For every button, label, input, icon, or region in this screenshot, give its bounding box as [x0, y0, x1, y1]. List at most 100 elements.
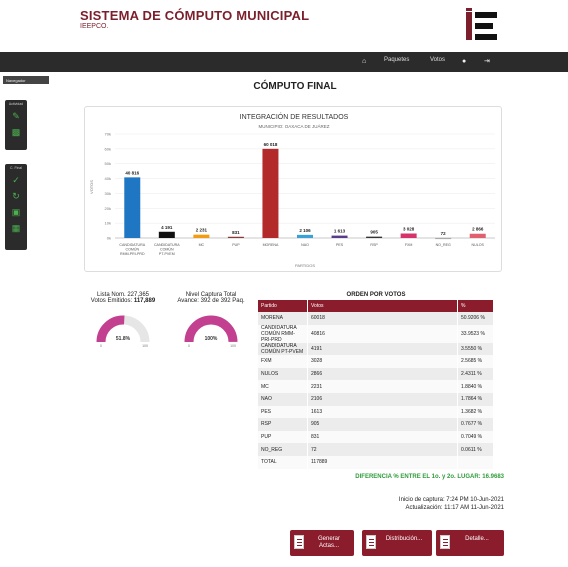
table-cell: 2866 [307, 367, 458, 381]
table-cell: 0.0611 % [457, 443, 494, 456]
table-row: MORENA 60018 50.9206 % [258, 312, 494, 325]
table-row: NO_REG 72 0.0611 % [258, 443, 494, 456]
table-cell: MORENA [258, 312, 308, 325]
detalle-button[interactable]: Detalle... [436, 530, 504, 556]
col-header: Votos [307, 300, 458, 312]
capture-start: Inicio de captura: 7:24 PM 10-Jun-2021 [398, 497, 504, 503]
document-icon [366, 535, 376, 549]
table-cell: MC [258, 380, 308, 393]
chart-bar [227, 236, 244, 238]
table-cell: 831 [307, 430, 458, 444]
chart-bar [262, 148, 279, 238]
chart-data-label: 1 613 [334, 229, 346, 234]
check-icon[interactable]: ✓ [5, 172, 27, 188]
chart-xtick-label: NULOS [472, 243, 485, 247]
document-icon[interactable]: ▣ [5, 204, 27, 220]
chart-bar [124, 177, 141, 238]
chart-bar [435, 237, 452, 240]
chart-ytick-label: 60k [105, 146, 111, 151]
col-header: Partido [258, 300, 308, 312]
difference-text: DIFERENCIA % ENTRE EL 1o. y 2o. LUGAR: 1… [355, 474, 504, 480]
table-row: FXM 3028 2.5685 % [258, 355, 494, 368]
grid-icon[interactable]: ▦ [5, 220, 27, 236]
table-cell: 3.5550 % [457, 342, 494, 356]
table-cell: 2106 [307, 392, 458, 406]
table-cell: CANDIDATURA COMÚN RMM-PRI-PRD [258, 324, 308, 343]
chart-xtick-label: CANDIDATURA COMÚN RMM-PRI-PRD [119, 243, 145, 256]
table-row: NAO 2106 1.7864 % [258, 392, 494, 406]
table-cell: NULOS [258, 367, 308, 381]
col-header: % [457, 300, 494, 312]
user-icon[interactable]: ● [462, 57, 466, 67]
table-row: TOTAL 117889 [258, 455, 494, 469]
chart-data-label: 905 [370, 230, 378, 235]
table-cell: 72 [307, 443, 458, 456]
chart-xtick-label: MORENA [263, 243, 279, 247]
chart-ytick-label: 40k [105, 176, 111, 181]
gauge-min: 0 [188, 344, 190, 348]
table-cell: 905 [307, 418, 458, 431]
ieepco-logo [466, 8, 497, 40]
chart-data-label: 3 028 [403, 227, 415, 232]
table-cell: 0.7049 % [457, 430, 494, 444]
edit-icon[interactable]: ✎ [5, 108, 27, 124]
gauge-max: 100 [142, 344, 148, 348]
gauge-captura: Nivel Captura Total Avance: 392 de 392 P… [156, 292, 266, 350]
table-cell: 2231 [307, 380, 458, 393]
chart-data-label: 2 231 [196, 228, 208, 233]
nav-paquetes[interactable]: Paquetes [384, 57, 409, 63]
results-table: Partido Votos % MORENA 60018 50.9206 % CAND… [258, 300, 494, 469]
capture-update: Actualización: 11:17 AM 11-Jun-2021 [405, 505, 504, 511]
sidebar-toggle-label: Navegador [6, 78, 26, 83]
table-cell: 33.9523 % [457, 324, 494, 343]
page-title: CÓMPUTO FINAL [253, 81, 337, 92]
chart-bar [158, 231, 175, 238]
results-bar-chart: INTEGRACIÓN DE RESULTADOS MUNICIPIO: OAXA… [89, 112, 495, 268]
table-cell: 1.3682 % [457, 405, 494, 419]
chart-bar [400, 233, 417, 238]
table-row: PUP 831 0.7049 % [258, 430, 494, 444]
gauge-max: 100 [230, 344, 236, 348]
home-icon[interactable]: ⌂ [362, 57, 366, 67]
chart-ylabel: VOTOS [89, 180, 94, 194]
chart-xtick-label: FXM [405, 243, 413, 247]
app-header: SISTEMA DE CÓMPUTO MUNICIPAL IEEPCO. [0, 0, 568, 52]
logout-icon[interactable]: ⇥ [484, 57, 490, 67]
generar-actas-button[interactable]: Generar Actas... [290, 530, 354, 556]
refresh-icon[interactable]: ↻ [5, 188, 27, 204]
table-cell: RSP [258, 418, 308, 431]
chart-ytick-label: 70k [105, 132, 111, 137]
app-subtitle: IEEPCO. [80, 23, 109, 30]
distribucion-button[interactable]: Distribución... [362, 530, 432, 556]
gauge-value: 100% [205, 336, 218, 342]
chart-data-label: 831 [232, 230, 240, 235]
results-chart-card: INTEGRACIÓN DE RESULTADOS MUNICIPIO: OAXA… [84, 106, 502, 272]
table-row: RSP 905 0.7677 % [258, 418, 494, 431]
table-cell: NAO [258, 392, 308, 406]
sidebar-panel-actividad: Actividad ✎ ▩ [5, 100, 27, 150]
table-cell: 117889 [307, 455, 458, 469]
sidebar-toggle[interactable]: Navegador [3, 76, 49, 84]
table-cell: NO_REG [258, 443, 308, 456]
nav-votos[interactable]: Votos [430, 57, 445, 63]
table-cell: 1.8840 % [457, 380, 494, 393]
table-cell: CANDIDATURA COMÚN PT-PVEM [258, 342, 308, 356]
document-icon [440, 535, 450, 549]
chart-data-label: 2 866 [472, 227, 484, 232]
chart-title: INTEGRACIÓN DE RESULTADOS [240, 112, 349, 121]
table-cell: 4191 [307, 342, 458, 356]
chart-data-label: 4 191 [161, 225, 173, 230]
table-cell: 2.4311 % [457, 367, 494, 381]
chart-bar [193, 234, 210, 238]
chart-ytick-label: 50k [105, 161, 111, 166]
table-row: NULOS 2866 2.4311 % [258, 367, 494, 381]
table-cell: 40816 [307, 324, 458, 343]
table-cell: 0.7677 % [457, 418, 494, 431]
table-cell: 1.7864 % [457, 392, 494, 406]
bar-chart-icon[interactable]: ▩ [5, 124, 27, 140]
table-row: CANDIDATURA COMÚN RMM-PRI-PRD 40816 33.952… [258, 324, 494, 343]
chart-data-label: 72 [441, 231, 447, 236]
table-cell: 50.9206 % [457, 312, 494, 325]
chart-data-label: 2 106 [299, 228, 311, 233]
table-cell: 1613 [307, 405, 458, 419]
